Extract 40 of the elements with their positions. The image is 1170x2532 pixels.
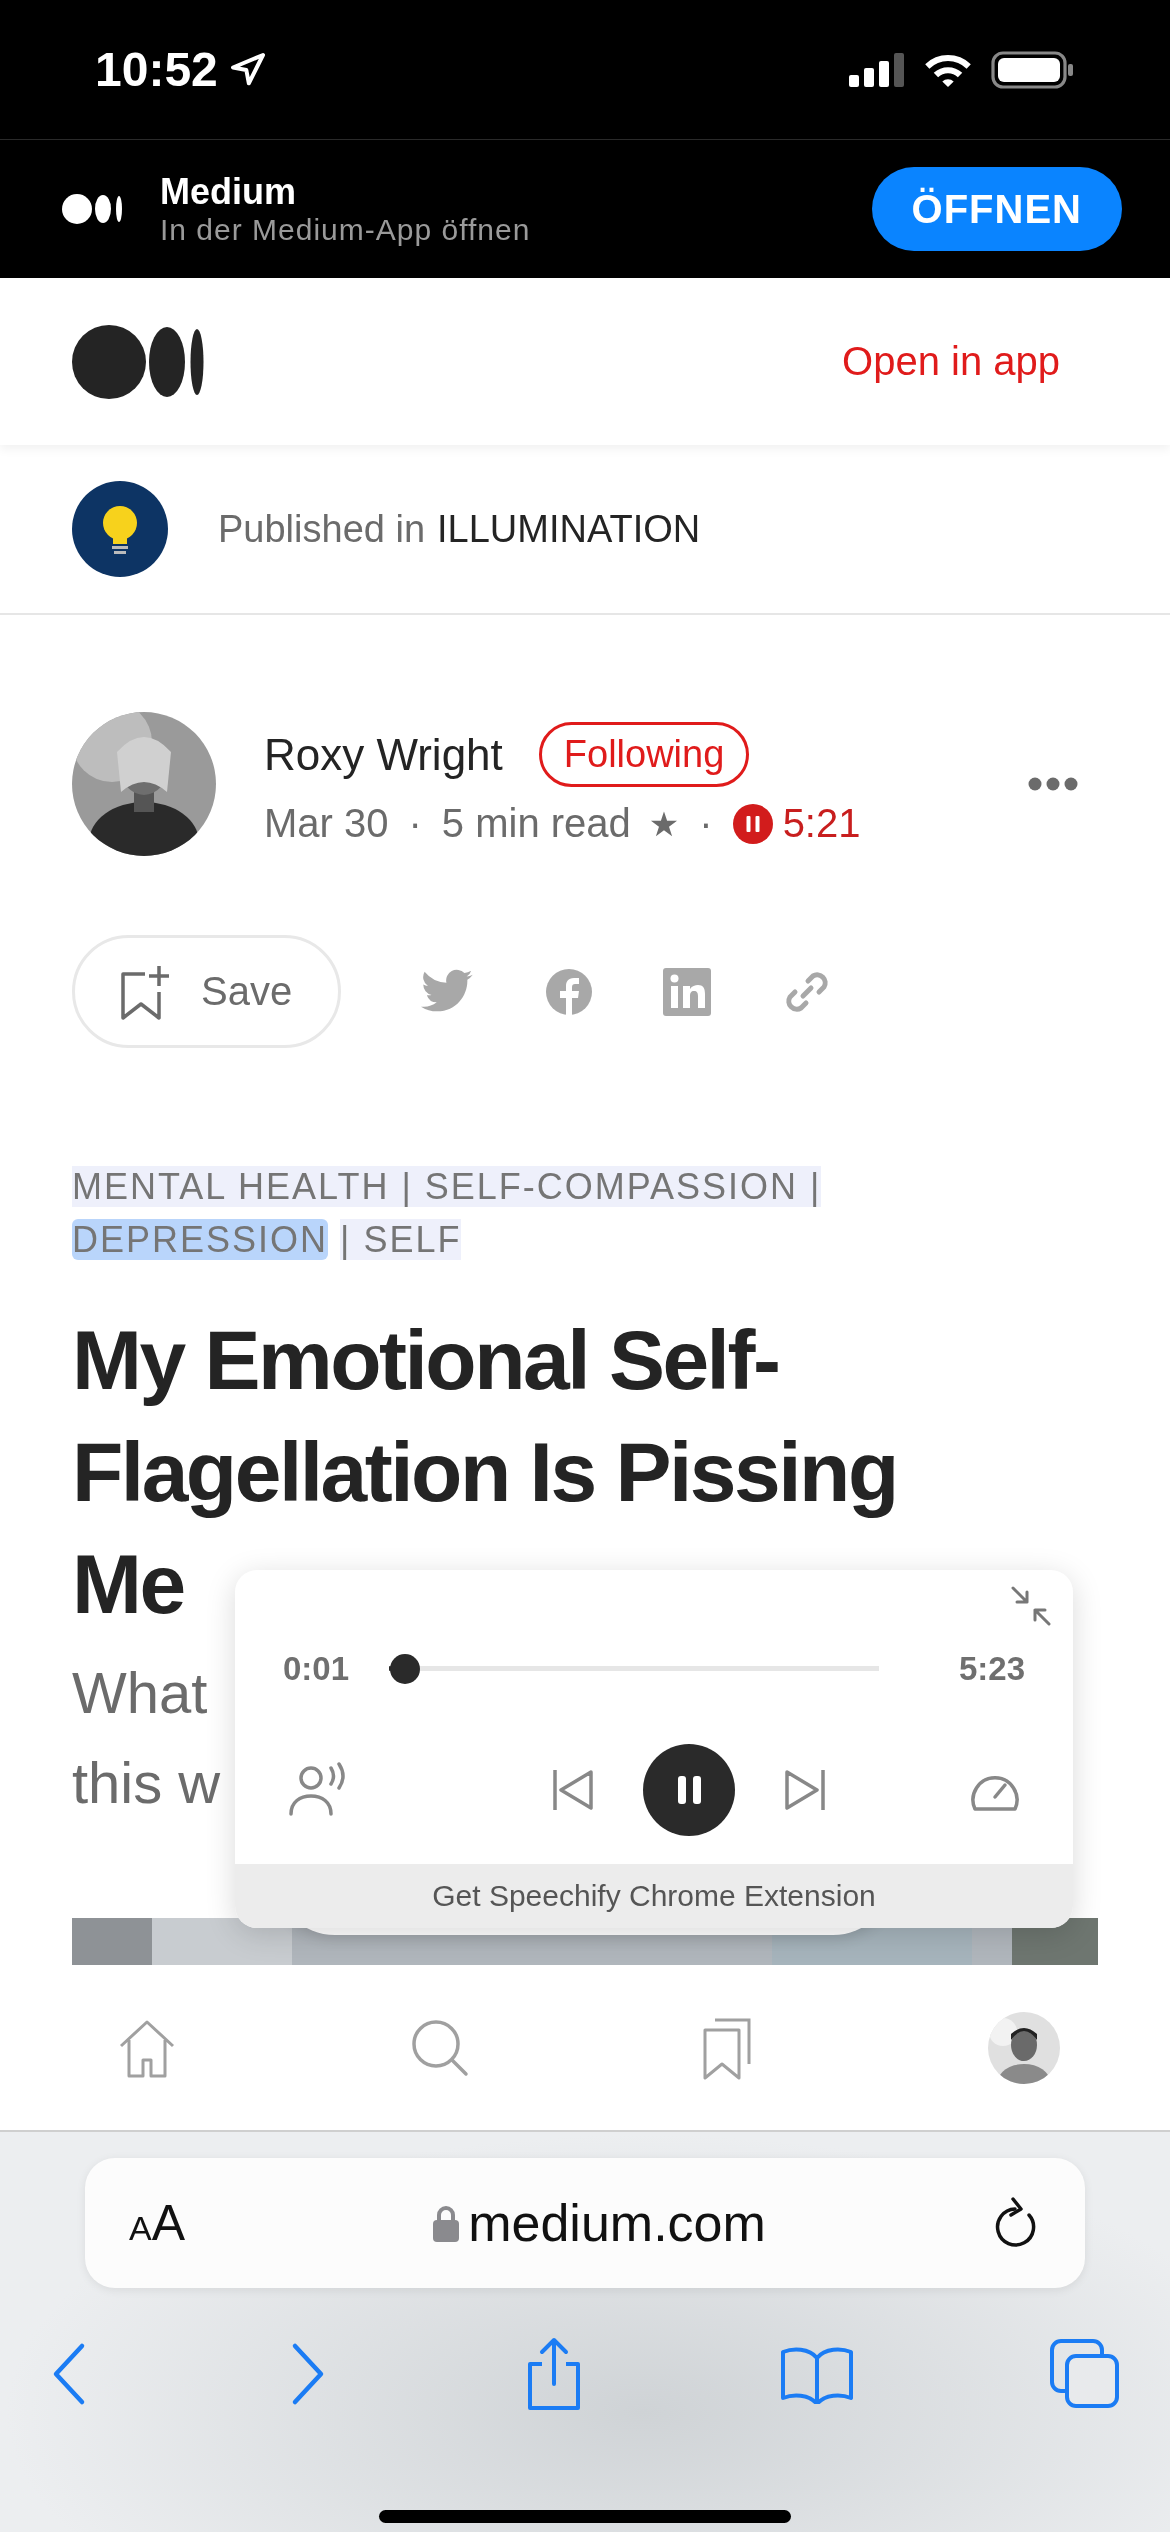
elapsed-time: 0:01 [283,1650,350,1688]
separator-dot: · [699,801,713,846]
topic-tags: MENTAL HEALTH | SELF-COMPASSION | DEPRESSION | SELF [72,1160,1012,1266]
following-button[interactable]: Following [538,722,750,787]
member-mark: ★ [648,803,680,844]
open-in-app-link[interactable]: Open in app [842,339,1060,384]
text-size-button[interactable]: AA [129,2194,186,2252]
collapse-icon[interactable] [1009,1584,1053,1628]
progress-thumb[interactable] [390,1654,421,1684]
lightbulb-icon [72,481,168,577]
tabs-icon[interactable] [1050,2339,1120,2409]
author-name[interactable]: Roxy Wright [264,729,503,780]
search-icon[interactable] [410,2017,470,2078]
status-time: 10:52 [95,42,218,97]
duration-time: 5:23 [958,1650,1025,1688]
address-bar[interactable]: AA medium.com [85,2158,1085,2288]
linkedin-icon[interactable] [663,967,712,1016]
read-time: 5 min read [441,801,631,846]
url-text: medium.com [468,2193,766,2253]
save-button[interactable]: Save [72,935,342,1048]
audio-time: 5:21 [782,801,861,846]
app-name: Medium [160,171,297,213]
article-subtitle: What this w [72,1659,222,1817]
facebook-icon[interactable] [545,967,594,1016]
article-title: My Emotional Self-Flagellation Is Pissing Me [72,1312,898,1633]
book-icon[interactable] [781,2344,853,2404]
app-subtitle: In der Medium-App öffnen [160,213,532,247]
medium-logo-icon [62,193,124,225]
pause-icon[interactable] [643,1744,735,1836]
bookmark-add-icon [119,963,171,1020]
open-app-button[interactable]: ÖFFNEN [871,167,1122,251]
battery-icon [991,50,1075,89]
medium-logo-icon [72,323,204,400]
extension-banner[interactable]: Get Speechify Chrome Extension [235,1864,1073,1928]
separator-dot: · [408,801,422,846]
publication-label: Published in ILLUMINATION [218,507,701,551]
post-date: Mar 30 [264,801,389,846]
more-icon[interactable] [1028,777,1078,791]
signal-icon [849,52,905,87]
lock-icon [432,2203,461,2243]
